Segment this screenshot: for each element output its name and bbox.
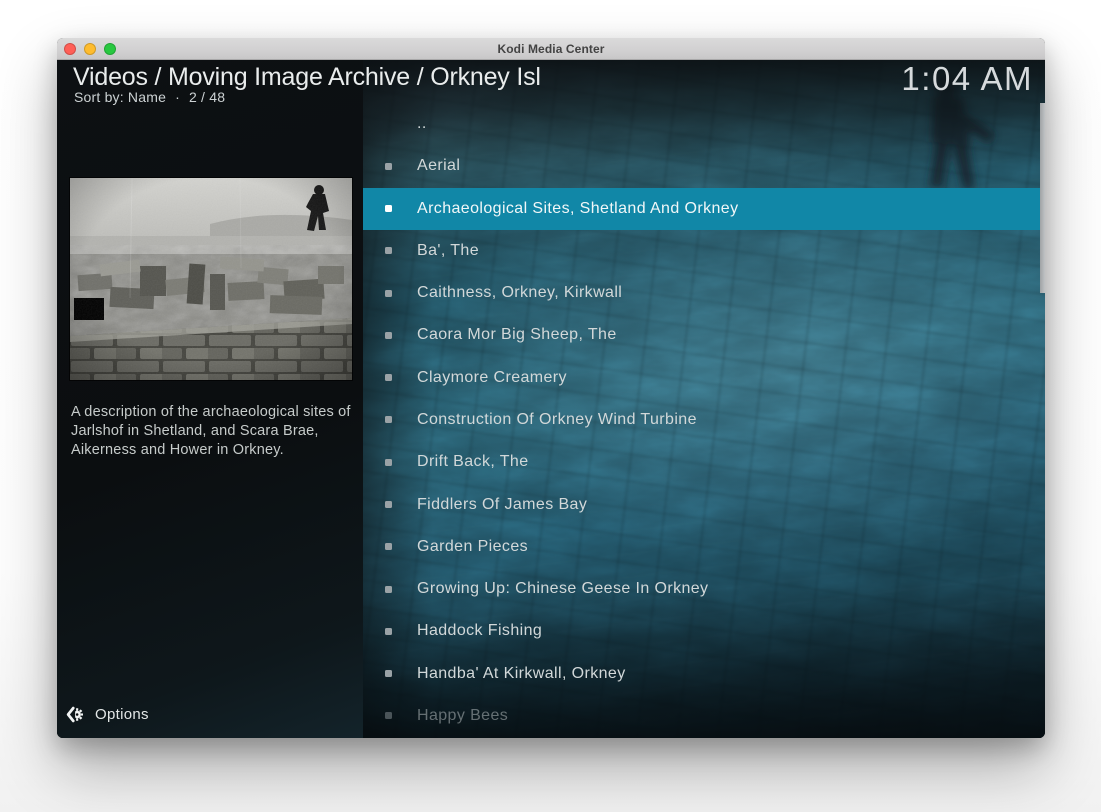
list-item-bullet-icon: [385, 543, 392, 550]
options-gear-icon: [66, 706, 83, 723]
list-item[interactable]: Archaeological Sites, Shetland And Orkne…: [363, 188, 1040, 230]
list-item-label: Drift Back, The: [417, 453, 529, 471]
desktop: Kodi Media Center: [0, 0, 1101, 812]
options-label: Options: [95, 706, 149, 723]
sort-bar: Sort by: Name · 2 / 48: [74, 89, 225, 105]
video-description: A description of the archaeological site…: [71, 403, 351, 460]
list-item[interactable]: Garden Pieces: [363, 526, 1040, 568]
list-item[interactable]: Fiddlers Of James Bay: [363, 483, 1040, 525]
kodi-window: Kodi Media Center: [57, 38, 1045, 738]
list-item-bullet-icon: [385, 416, 392, 423]
list-item-bullet-icon: [385, 501, 392, 508]
list-item[interactable]: Drift Back, The: [363, 441, 1040, 483]
list-item-bullet-icon: [385, 628, 392, 635]
list-item-label: Caora Mor Big Sheep, The: [417, 326, 617, 344]
list-item-label: Claymore Creamery: [417, 369, 567, 387]
media-list: .. Aerial Archaeological Sites, Shetland…: [363, 103, 1040, 737]
list-item-label: ..: [417, 115, 427, 133]
video-thumbnail: [70, 178, 352, 380]
list-item-bullet-icon: [385, 670, 392, 677]
list-item[interactable]: Claymore Creamery: [363, 357, 1040, 399]
list-item-label: Happy Bees: [417, 707, 508, 725]
list-item-label: Handba' At Kirkwall, Orkney: [417, 665, 626, 683]
list-item-label: Ba', The: [417, 242, 479, 260]
thumbnail-image: [70, 178, 352, 380]
window-title: Kodi Media Center: [57, 42, 1045, 56]
list-item-bullet-icon: [385, 332, 392, 339]
list-item[interactable]: Aerial: [363, 145, 1040, 187]
list-item-label: Caithness, Orkney, Kirkwall: [417, 284, 622, 302]
list-item[interactable]: Caithness, Orkney, Kirkwall: [363, 272, 1040, 314]
window-titlebar[interactable]: Kodi Media Center: [57, 38, 1045, 60]
list-item-bullet-icon: [385, 374, 392, 381]
list-item-label: Garden Pieces: [417, 538, 528, 556]
list-item[interactable]: Caora Mor Big Sheep, The: [363, 314, 1040, 356]
list-item-bullet-icon: [385, 205, 392, 212]
list-item[interactable]: ..: [363, 103, 1040, 145]
list-item-label: Construction Of Orkney Wind Turbine: [417, 411, 697, 429]
kodi-content: Videos / Moving Image Archive / Orkney I…: [57, 60, 1045, 738]
list-item[interactable]: Handba' At Kirkwall, Orkney: [363, 652, 1040, 694]
list-item-bullet-icon: [385, 163, 392, 170]
list-item-label: Fiddlers Of James Bay: [417, 496, 587, 514]
clock: 1:04 AM: [901, 60, 1033, 98]
list-item-bullet-icon: [385, 247, 392, 254]
list-item-label: Haddock Fishing: [417, 622, 542, 640]
list-item[interactable]: Happy Bees: [363, 695, 1040, 737]
options-button[interactable]: Options: [66, 706, 149, 723]
list-item[interactable]: Construction Of Orkney Wind Turbine: [363, 399, 1040, 441]
list-item-label: Archaeological Sites, Shetland And Orkne…: [417, 200, 738, 218]
sort-by-label[interactable]: Sort by: Name: [74, 89, 166, 105]
list-item-bullet-icon: [385, 459, 392, 466]
list-item[interactable]: Haddock Fishing: [363, 610, 1040, 652]
list-item-bullet-icon: [385, 290, 392, 297]
list-item[interactable]: Growing Up: Chinese Geese In Orkney: [363, 568, 1040, 610]
list-item-label: Growing Up: Chinese Geese In Orkney: [417, 580, 708, 598]
list-item-label: Aerial: [417, 157, 460, 175]
item-position-count: 2 / 48: [189, 89, 225, 105]
sort-separator: ·: [175, 89, 180, 105]
list-item[interactable]: Ba', The: [363, 230, 1040, 272]
list-scrollbar-thumb[interactable]: [1040, 103, 1045, 293]
list-item-bullet-icon: [385, 712, 392, 719]
info-panel: [57, 60, 363, 738]
list-item-bullet-icon: [385, 586, 392, 593]
